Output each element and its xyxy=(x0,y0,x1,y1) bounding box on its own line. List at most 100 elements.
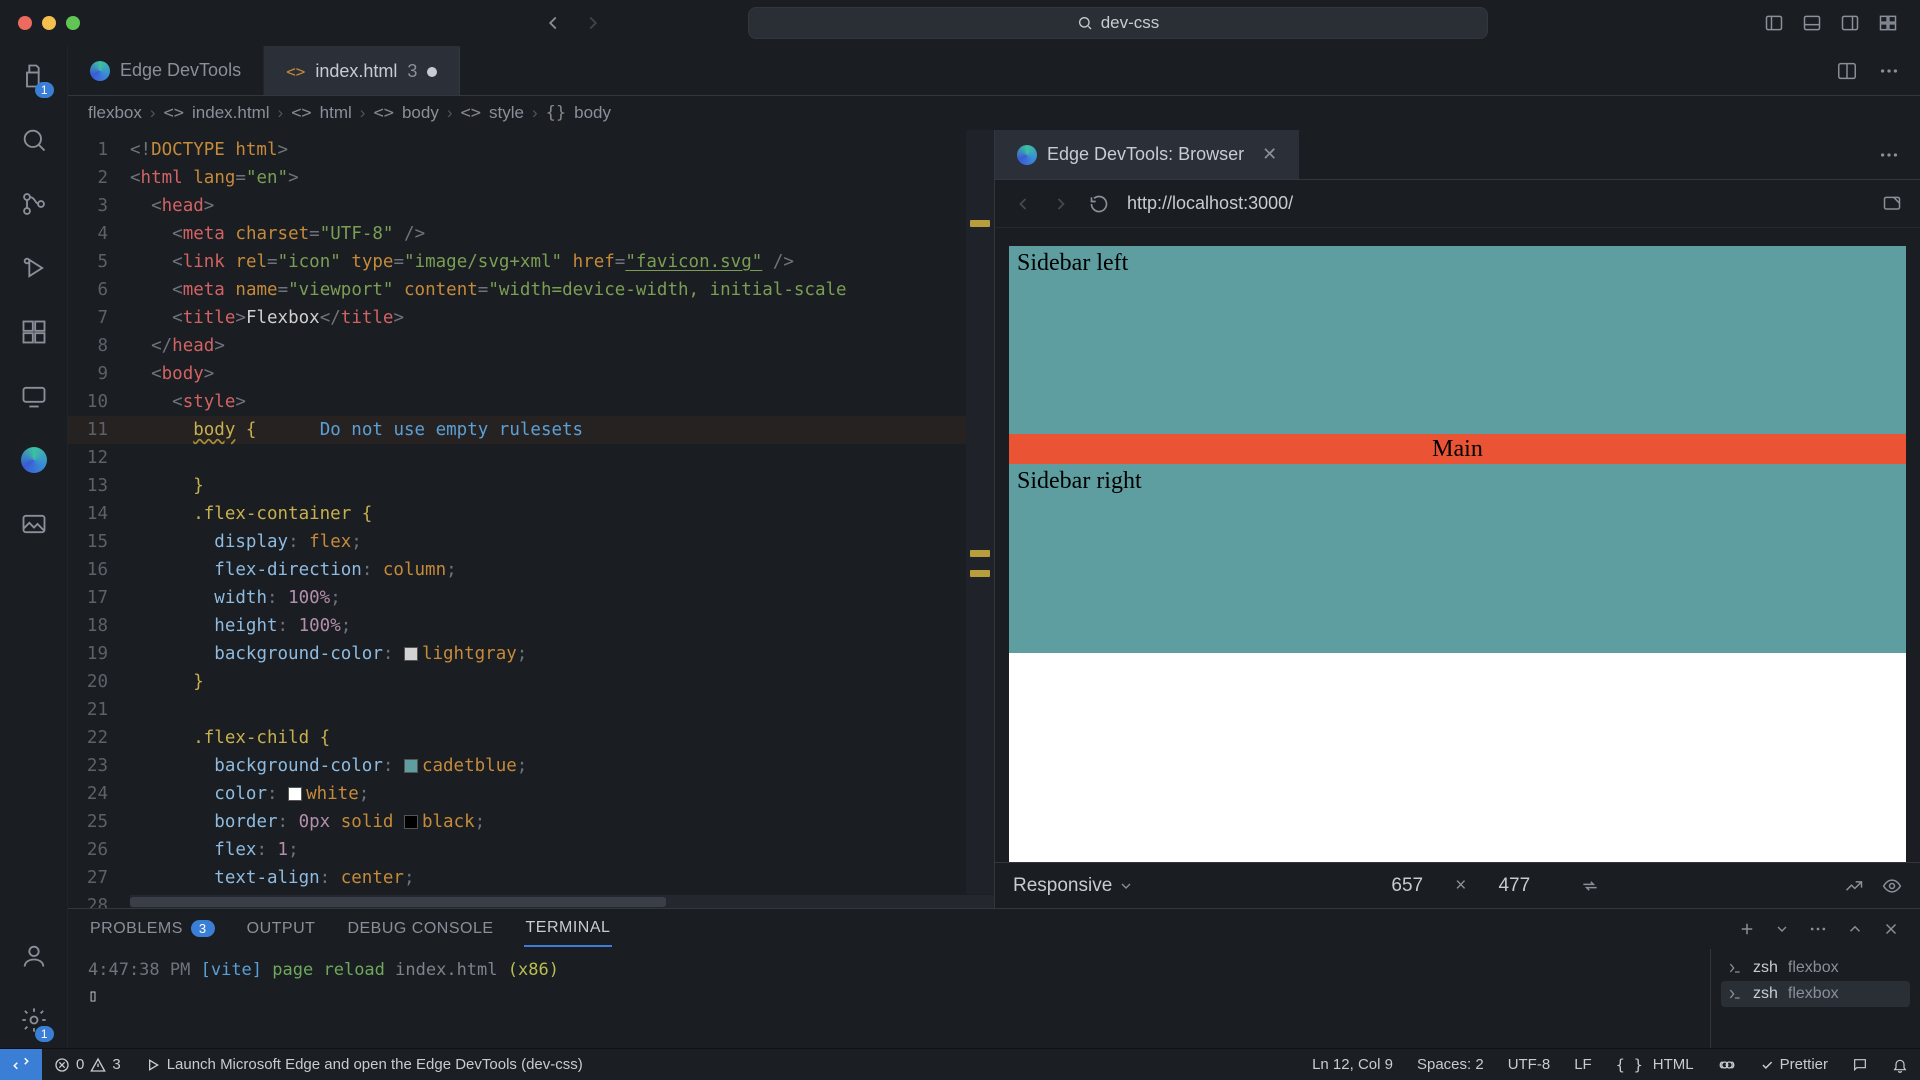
nav-forward-icon[interactable] xyxy=(582,12,604,34)
minimize-window-button[interactable] xyxy=(42,16,56,30)
remote-indicator[interactable] xyxy=(0,1049,42,1080)
command-center[interactable]: dev-css xyxy=(748,7,1488,39)
panel-tab-problems[interactable]: PROBLEMS3 xyxy=(88,912,217,946)
edge-icon xyxy=(21,447,47,473)
breadcrumbs[interactable]: flexbox›<> index.html›<> html›<> body›<>… xyxy=(68,96,1920,130)
more-icon[interactable] xyxy=(1808,919,1828,939)
scrollbar-thumb[interactable] xyxy=(130,897,666,907)
open-devtools-icon[interactable] xyxy=(1882,194,1902,214)
activity-account[interactable] xyxy=(16,938,52,974)
horizontal-scrollbar[interactable] xyxy=(130,894,994,908)
breadcrumb-item[interactable]: flexbox xyxy=(88,103,142,123)
terminal-icon xyxy=(1727,960,1743,976)
layout-panel-bottom-icon[interactable] xyxy=(1802,13,1822,33)
close-window-button[interactable] xyxy=(18,16,32,30)
preview-tabs: Edge DevTools: Browser ✕ xyxy=(995,130,1920,180)
panel-tab-output[interactable]: OUTPUT xyxy=(245,912,318,946)
preview-tab-label: Edge DevTools: Browser xyxy=(1047,144,1244,165)
panel: PROBLEMS3 OUTPUT DEBUG CONSOLE TERMINAL xyxy=(68,908,1920,1048)
editor[interactable]: 1<!DOCTYPE html>2<html lang="en">3 <head… xyxy=(68,130,994,908)
eye-icon[interactable] xyxy=(1882,876,1902,896)
chevron-down-icon xyxy=(1118,878,1134,894)
nav-back-icon[interactable] xyxy=(542,12,564,34)
problems-count: 3 xyxy=(191,920,215,937)
more-icon[interactable] xyxy=(1878,144,1900,166)
status-language[interactable]: { }HTML xyxy=(1604,1049,1706,1080)
breadcrumb-item[interactable]: style xyxy=(489,103,524,123)
rotate-icon[interactable] xyxy=(1580,876,1600,896)
panel-tab-terminal[interactable]: TERMINAL xyxy=(524,911,613,947)
breadcrumb-item[interactable]: body xyxy=(574,103,611,123)
activity-extensions[interactable] xyxy=(16,314,52,350)
tab-edge-devtools[interactable]: Edge DevTools xyxy=(68,46,264,95)
terminal-session[interactable]: zsh flexbox xyxy=(1721,981,1910,1007)
tab-devtools-browser[interactable]: Edge DevTools: Browser ✕ xyxy=(995,130,1299,179)
tab-index-html[interactable]: <> index.html 3 xyxy=(264,46,460,95)
tab-label: index.html xyxy=(315,61,397,82)
page-body: Sidebar left Main Sidebar right xyxy=(1009,246,1906,653)
url-field[interactable]: http://localhost:3000/ xyxy=(1127,193,1864,214)
status-launch[interactable]: Launch Microsoft Edge and open the Edge … xyxy=(133,1049,595,1080)
breadcrumb-item[interactable]: index.html xyxy=(192,103,269,123)
workspace-title: dev-css xyxy=(1101,13,1160,33)
settings-badge: 1 xyxy=(35,1026,54,1042)
terminal-icon xyxy=(1727,986,1743,1002)
activity-settings[interactable]: 1 xyxy=(16,1002,52,1038)
activity-gallery[interactable] xyxy=(16,506,52,542)
minimap-marker xyxy=(970,570,990,577)
terminal-session[interactable]: zsh flexbox xyxy=(1721,955,1910,981)
device-mode[interactable]: Responsive xyxy=(1013,875,1134,897)
activity-edge-devtools[interactable] xyxy=(16,442,52,478)
split-editor-icon[interactable] xyxy=(1836,60,1858,82)
minimap[interactable] xyxy=(966,130,994,894)
terminal-output[interactable]: 4:47:38 PM [vite] page reload index.html… xyxy=(68,949,1710,1048)
minimap-marker xyxy=(970,550,990,557)
more-icon[interactable] xyxy=(1878,60,1900,82)
explorer-badge: 1 xyxy=(35,82,54,98)
activity-search[interactable] xyxy=(16,122,52,158)
status-bell[interactable] xyxy=(1880,1049,1920,1080)
status-encoding[interactable]: UTF-8 xyxy=(1496,1049,1563,1080)
viewport-height[interactable]: 477 xyxy=(1484,875,1544,897)
activity-remote[interactable] xyxy=(16,378,52,414)
layout-grid-icon[interactable] xyxy=(1878,13,1898,33)
fullscreen-window-button[interactable] xyxy=(66,16,80,30)
viewport-width[interactable]: 657 xyxy=(1377,875,1437,897)
chevron-up-icon[interactable] xyxy=(1846,920,1864,938)
activity-explorer[interactable]: 1 xyxy=(16,58,52,94)
traffic-lights xyxy=(18,16,80,30)
layout-panel-right-icon[interactable] xyxy=(1840,13,1860,33)
forward-icon[interactable] xyxy=(1051,194,1071,214)
status-feedback[interactable] xyxy=(1840,1049,1880,1080)
edge-icon xyxy=(1017,145,1037,165)
chevron-down-icon[interactable] xyxy=(1774,921,1790,937)
panel-tab-debug-console[interactable]: DEBUG CONSOLE xyxy=(345,912,495,946)
preview-address-bar: http://localhost:3000/ xyxy=(995,180,1920,228)
close-icon[interactable]: ✕ xyxy=(1262,144,1277,165)
editor-tabs: Edge DevTools <> index.html 3 xyxy=(68,46,1920,96)
device-toolbar: Responsive 657 × 477 xyxy=(995,862,1920,908)
back-icon[interactable] xyxy=(1013,194,1033,214)
layout-panel-left-icon[interactable] xyxy=(1764,13,1784,33)
status-ln-col[interactable]: Ln 12, Col 9 xyxy=(1300,1049,1405,1080)
activity-debug[interactable] xyxy=(16,250,52,286)
breadcrumb-item[interactable]: html xyxy=(320,103,352,123)
screenshot-icon[interactable] xyxy=(1844,876,1864,896)
status-copilot[interactable] xyxy=(1706,1049,1748,1080)
activity-scm[interactable] xyxy=(16,186,52,222)
main-cell: Main xyxy=(1009,434,1906,464)
dimension-x: × xyxy=(1455,875,1466,897)
reload-icon[interactable] xyxy=(1089,194,1109,214)
close-icon[interactable] xyxy=(1882,920,1900,938)
status-spaces[interactable]: Spaces: 2 xyxy=(1405,1049,1496,1080)
html-icon: <> xyxy=(286,62,305,81)
tab-label: Edge DevTools xyxy=(120,60,241,81)
new-terminal-icon[interactable] xyxy=(1738,920,1756,938)
status-eol[interactable]: LF xyxy=(1562,1049,1604,1080)
status-bar: 0 3 Launch Microsoft Edge and open the E… xyxy=(0,1048,1920,1080)
terminal-cursor: ▯ xyxy=(88,986,98,1006)
breadcrumb-item[interactable]: body xyxy=(402,103,439,123)
status-prettier[interactable]: Prettier xyxy=(1748,1049,1840,1080)
status-problems[interactable]: 0 3 xyxy=(42,1049,133,1080)
edge-icon xyxy=(90,61,110,81)
